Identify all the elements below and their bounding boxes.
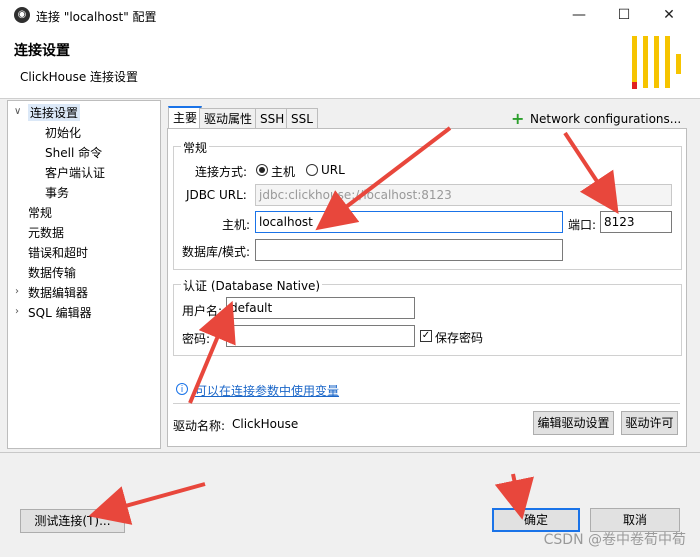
annotation-arrows [88,126,619,525]
arrow-to-host [315,126,452,231]
arrow-to-ok-button [494,473,534,520]
arrow-to-port [563,131,619,215]
arrow-to-username [188,300,236,404]
connection-dialog: ◉ 连接 "localhost" 配置 — ☐ ✕ 连接设置 ClickHous… [0,0,700,557]
arrow-to-test-button [88,482,206,525]
